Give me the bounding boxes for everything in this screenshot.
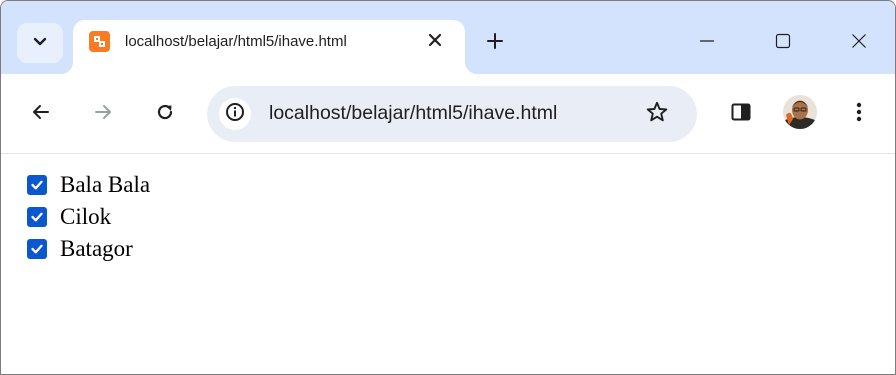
bookmark-button[interactable] xyxy=(641,98,673,130)
arrow-right-icon xyxy=(93,102,113,127)
checkbox-row-cilok[interactable]: Cilok xyxy=(27,204,111,230)
minimize-button[interactable] xyxy=(685,23,729,63)
maximize-icon xyxy=(775,33,791,54)
new-tab-button[interactable] xyxy=(481,29,509,57)
address-bar[interactable]: localhost/belajar/html5/ihave.html xyxy=(207,86,697,142)
side-panel-icon xyxy=(730,101,752,128)
reload-icon xyxy=(155,102,175,127)
forward-button[interactable] xyxy=(87,98,119,130)
back-button[interactable] xyxy=(25,98,57,130)
info-icon xyxy=(225,102,245,127)
plus-icon xyxy=(486,32,504,55)
browser-window: localhost/belajar/html5/ihave.html local… xyxy=(0,0,896,375)
tab-title: localhost/belajar/html5/ihave.html xyxy=(125,33,347,50)
tab-strip: localhost/belajar/html5/ihave.html xyxy=(1,1,895,74)
checkbox-row-batagor[interactable]: Batagor xyxy=(27,236,133,262)
checkbox-row-bala-bala[interactable]: Bala Bala xyxy=(27,172,150,198)
xampp-icon xyxy=(89,31,110,52)
tab-active[interactable]: localhost/belajar/html5/ihave.html xyxy=(61,20,477,74)
checkbox[interactable] xyxy=(27,207,47,227)
menu-button[interactable] xyxy=(843,98,875,130)
reload-button[interactable] xyxy=(149,98,181,130)
side-panel-button[interactable] xyxy=(725,98,757,130)
checkbox-label: Bala Bala xyxy=(60,172,151,197)
url-text[interactable]: localhost/belajar/html5/ihave.html xyxy=(269,102,557,126)
star-icon xyxy=(645,100,669,129)
tab-search-button[interactable] xyxy=(17,23,63,63)
arrow-left-icon xyxy=(31,102,51,127)
close-window-button[interactable] xyxy=(837,23,881,63)
checkbox[interactable] xyxy=(27,239,47,259)
close-icon xyxy=(428,33,442,52)
checkbox[interactable] xyxy=(27,175,47,195)
checkbox-label: Cilok xyxy=(60,204,112,229)
tab-close-button[interactable] xyxy=(423,30,447,54)
page-content: Bala Bala Cilok Batagor xyxy=(1,155,895,374)
checkbox-label: Batagor xyxy=(60,236,133,261)
avatar[interactable] xyxy=(783,95,817,129)
toolbar: localhost/belajar/html5/ihave.html xyxy=(1,74,895,154)
close-icon xyxy=(851,33,867,54)
site-info-button[interactable] xyxy=(219,98,251,130)
chevron-down-icon xyxy=(33,34,47,52)
more-vert-icon xyxy=(856,101,862,128)
minimize-icon xyxy=(699,33,715,54)
maximize-button[interactable] xyxy=(761,23,805,63)
